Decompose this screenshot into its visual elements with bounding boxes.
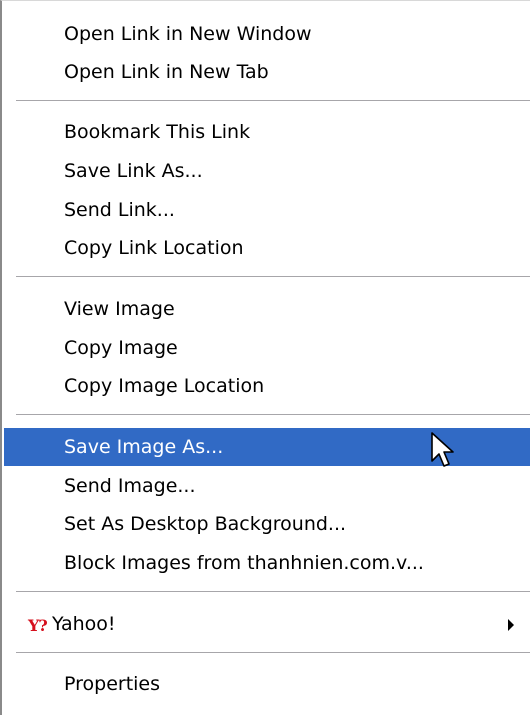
menu-item-copy-image-location[interactable]: Copy Image Location <box>4 367 530 405</box>
menu-item-label: Yahoo! <box>52 613 116 635</box>
menu-item-open-link-new-tab[interactable]: Open Link in New Tab <box>4 53 530 91</box>
menu-item-copy-image[interactable]: Copy Image <box>4 329 530 367</box>
menu-item-label: Open Link in New Tab <box>64 61 269 83</box>
mouse-pointer-icon <box>431 432 454 467</box>
yahoo-logo-icon: Y? <box>28 616 48 635</box>
menu-item-label: Send Link... <box>64 199 175 221</box>
menu-separator <box>16 100 530 102</box>
context-menu: Open Link in New Window Open Link in New… <box>0 0 530 715</box>
menu-item-open-link-new-window[interactable]: Open Link in New Window <box>4 15 530 53</box>
menu-separator <box>16 414 530 416</box>
menu-item-label: View Image <box>64 298 175 320</box>
menu-item-set-desktop-background[interactable]: Set As Desktop Background... <box>4 505 530 543</box>
menu-item-label: Save Image As... <box>64 436 224 458</box>
menu-item-label: Save Link As... <box>64 160 203 182</box>
submenu-arrow-icon <box>508 619 514 631</box>
menu-item-copy-link-location[interactable]: Copy Link Location <box>4 229 530 267</box>
menu-item-label: Copy Image <box>64 337 178 359</box>
menu-item-bookmark-link[interactable]: Bookmark This Link <box>4 113 530 151</box>
menu-item-yahoo[interactable]: Y? Yahoo! <box>4 605 530 643</box>
menu-separator <box>16 276 530 278</box>
menu-item-label: Set As Desktop Background... <box>64 513 347 535</box>
menu-item-block-images[interactable]: Block Images from thanhnien.com.v... <box>4 544 530 582</box>
menu-item-label: Copy Image Location <box>64 375 265 397</box>
menu-item-save-link-as[interactable]: Save Link As... <box>4 152 530 190</box>
menu-item-label: Properties <box>64 673 161 695</box>
menu-item-label: Bookmark This Link <box>64 121 251 143</box>
menu-item-label: Block Images from thanhnien.com.v... <box>64 552 424 574</box>
menu-item-label: Send Image... <box>64 475 196 497</box>
menu-separator <box>16 591 530 593</box>
menu-item-properties[interactable]: Properties <box>4 665 530 703</box>
menu-item-label: Copy Link Location <box>64 237 244 259</box>
menu-item-label: Open Link in New Window <box>64 23 312 45</box>
menu-item-send-link[interactable]: Send Link... <box>4 191 530 229</box>
menu-separator <box>16 652 530 654</box>
menu-item-view-image[interactable]: View Image <box>4 290 530 328</box>
menu-item-send-image[interactable]: Send Image... <box>4 467 530 505</box>
